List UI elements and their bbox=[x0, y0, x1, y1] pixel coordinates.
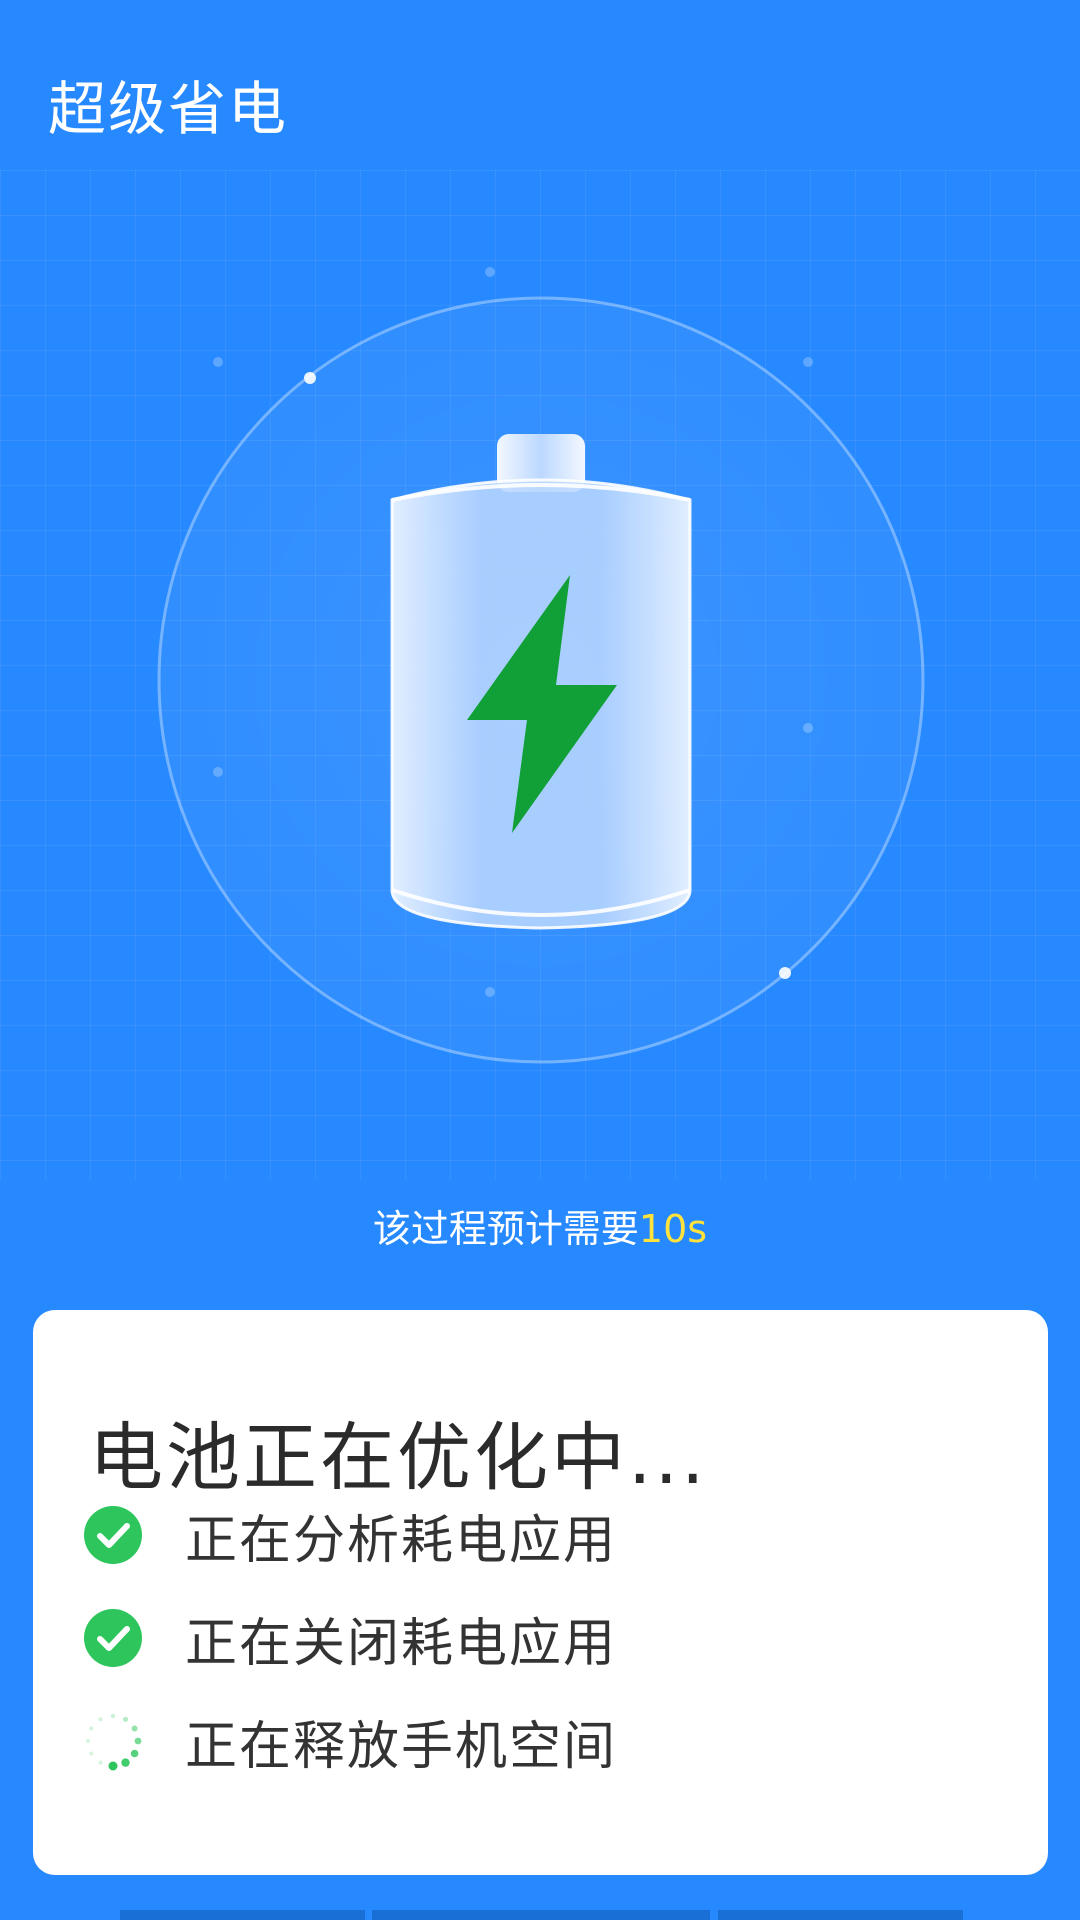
sparkle-dot bbox=[213, 767, 223, 777]
spinner-icon bbox=[86, 1713, 142, 1771]
battery-hero bbox=[157, 267, 925, 1064]
check-circle-icon bbox=[84, 1609, 142, 1667]
step-label: 正在关闭耗电应用 bbox=[185, 1613, 618, 1674]
sparkle-dot bbox=[803, 357, 813, 367]
battery-optimize-screen: 超级省电 该过程预计需要10s 电池正在优化中... 正在分析耗电应用 正在关闭… bbox=[0, 0, 1080, 1920]
estimate-time: 10s bbox=[638, 1207, 708, 1251]
sparkle-dot bbox=[803, 723, 813, 733]
page-title: 超级省电 bbox=[48, 75, 289, 143]
sparkle-dot bbox=[304, 372, 316, 384]
bottom-bar-segment bbox=[120, 1910, 365, 1920]
sparkle-dot bbox=[779, 967, 791, 979]
optimize-card: 电池正在优化中... 正在分析耗电应用 正在关闭耗电应用 正在释放手机空间 bbox=[33, 1310, 1048, 1875]
sparkle-dot bbox=[485, 267, 495, 277]
step-item-analyze: 正在分析耗电应用 bbox=[83, 1500, 618, 1571]
estimate-prefix: 该过程预计需要 bbox=[372, 1207, 639, 1251]
card-title: 电池正在优化中... bbox=[89, 1415, 708, 1501]
check-circle-icon bbox=[84, 1506, 142, 1564]
bottom-bar-segment bbox=[372, 1910, 710, 1920]
sparkle-dot bbox=[485, 987, 495, 997]
bottom-bar-segment bbox=[718, 1910, 963, 1920]
estimate-text: 该过程预计需要10s bbox=[0, 1198, 1080, 1253]
step-label: 正在释放手机空间 bbox=[185, 1716, 618, 1777]
step-item-close-apps: 正在关闭耗电应用 bbox=[83, 1603, 618, 1674]
step-label: 正在分析耗电应用 bbox=[185, 1510, 618, 1571]
sparkle-dot bbox=[213, 357, 223, 367]
step-item-free-space: 正在释放手机空间 bbox=[83, 1706, 618, 1777]
